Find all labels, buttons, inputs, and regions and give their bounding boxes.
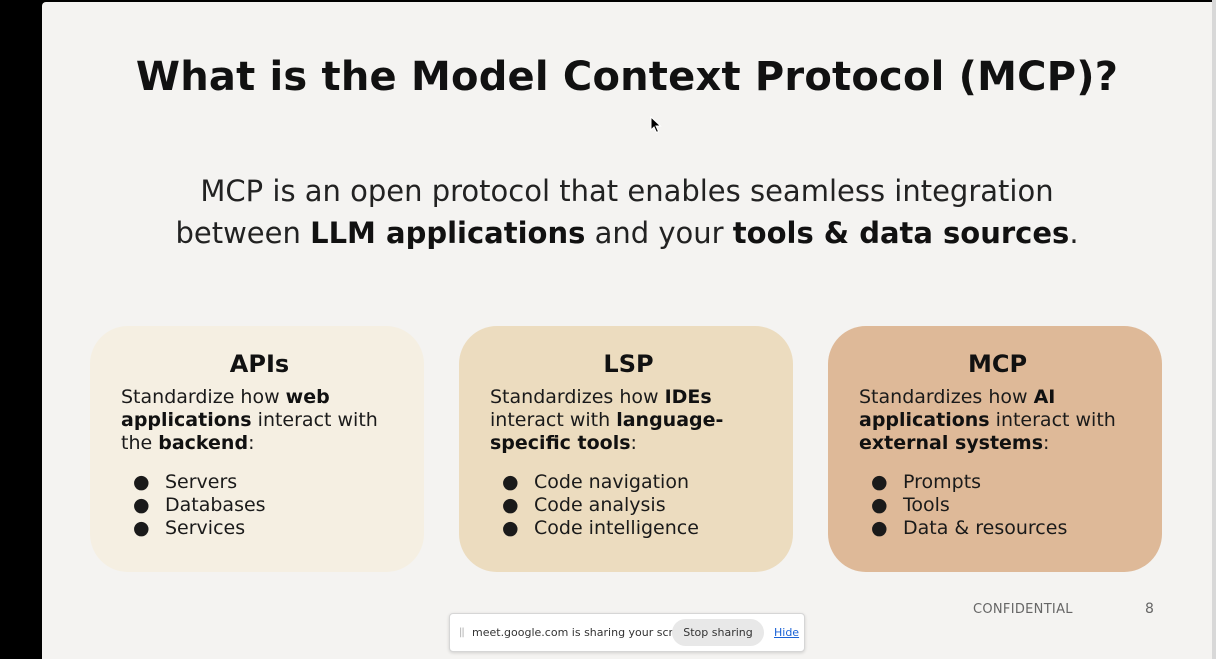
list-item-text: Data & resources (903, 517, 1068, 539)
bullet-icon: ● (502, 471, 519, 493)
card-desc-bold: backend (158, 432, 249, 454)
list-item-text: Services (165, 517, 246, 539)
bullet-icon: ● (871, 517, 888, 539)
subtitle-line-1: MCP is an open protocol that enables sea… (200, 174, 1054, 208)
slide-title: What is the Model Context Protocol (MCP)… (135, 54, 1119, 100)
card-description: Standardizes how IDEs interact with lang… (490, 386, 767, 455)
card-desc-text: Standardizes how (490, 386, 665, 408)
bullet-icon: ● (133, 517, 150, 539)
list-item: ● Tools (859, 494, 1136, 517)
list-item: ● Code navigation (490, 471, 767, 494)
card-title: APIs (229, 350, 290, 378)
card-desc-text: : (248, 432, 255, 454)
card-mcp: MCP Standardizes how AI applications int… (828, 326, 1162, 572)
card-desc-bold: external systems (859, 432, 1044, 454)
slide-subtitle: MCP is an open protocol that enables sea… (42, 170, 1212, 254)
card-desc-text: Standardizes how (859, 386, 1034, 408)
card-title: MCP (967, 350, 1028, 378)
bullet-icon: ● (502, 494, 519, 516)
list-item-text: Code navigation (534, 471, 689, 493)
bullet-icon: ● (871, 471, 888, 493)
subtitle-text: . (1069, 216, 1079, 250)
bullet-icon: ● (502, 517, 519, 539)
page-number: 8 (1145, 601, 1154, 617)
card-desc-text: : (630, 432, 637, 454)
subtitle-bold-llm: LLM applications (310, 216, 586, 250)
card-apis: APIs Standardize how web applications in… (90, 326, 424, 572)
list-item-text: Prompts (903, 471, 982, 493)
subtitle-text: between (175, 216, 311, 250)
share-message: meet.google.com is sharing your screen. (472, 626, 697, 639)
list-item: ● Code analysis (490, 494, 767, 517)
subtitle-line-2: between LLM applications and your tools … (42, 212, 1212, 254)
subtitle-text: and your (585, 216, 733, 250)
drag-handle-icon[interactable]: || (459, 627, 465, 638)
list-item-text: Databases (165, 494, 266, 516)
card-desc-text: Standardize how (121, 386, 286, 408)
subtitle-bold-tools: tools & data sources (732, 216, 1070, 250)
card-list: ● Servers ● Databases ● Services (121, 471, 398, 540)
right-edge-bar (1212, 0, 1216, 659)
list-item-text: Code analysis (534, 494, 666, 516)
card-lsp: LSP Standardizes how IDEs interact with … (459, 326, 793, 572)
list-item: ● Prompts (859, 471, 1136, 494)
mouse-pointer-icon (650, 116, 662, 134)
screen-share-notification-bar: || meet.google.com is sharing your scree… (449, 613, 805, 652)
stop-sharing-button[interactable]: Stop sharing (672, 619, 764, 646)
card-description: Standardizes how AI applications interac… (859, 386, 1136, 455)
card-desc-text: interact with (989, 409, 1116, 431)
card-title: LSP (603, 350, 654, 378)
list-item: ● Data & resources (859, 517, 1136, 540)
list-item: ● Databases (121, 494, 398, 517)
bullet-icon: ● (133, 471, 150, 493)
card-desc-text: interact with (490, 409, 617, 431)
card-list: ● Prompts ● Tools ● Data & resources (859, 471, 1136, 540)
list-item-text: Tools (903, 494, 950, 516)
list-item: ● Servers (121, 471, 398, 494)
presentation-slide: What is the Model Context Protocol (MCP)… (42, 2, 1212, 659)
card-description: Standardize how web applications interac… (121, 386, 398, 455)
list-item: ● Services (121, 517, 398, 540)
bullet-icon: ● (133, 494, 150, 516)
card-desc-text: : (1043, 432, 1050, 454)
list-item-text: Servers (165, 471, 238, 493)
list-item-text: Code intelligence (534, 517, 699, 539)
card-list: ● Code navigation ● Code analysis ● Code inte… (490, 471, 767, 540)
confidential-label: CONFIDENTIAL (973, 602, 1073, 617)
card-desc-bold: IDEs (664, 386, 712, 408)
list-item: ● Code intelligence (490, 517, 767, 540)
bullet-icon: ● (871, 494, 888, 516)
left-black-bar (0, 0, 42, 659)
hide-link[interactable]: Hide (774, 626, 799, 639)
